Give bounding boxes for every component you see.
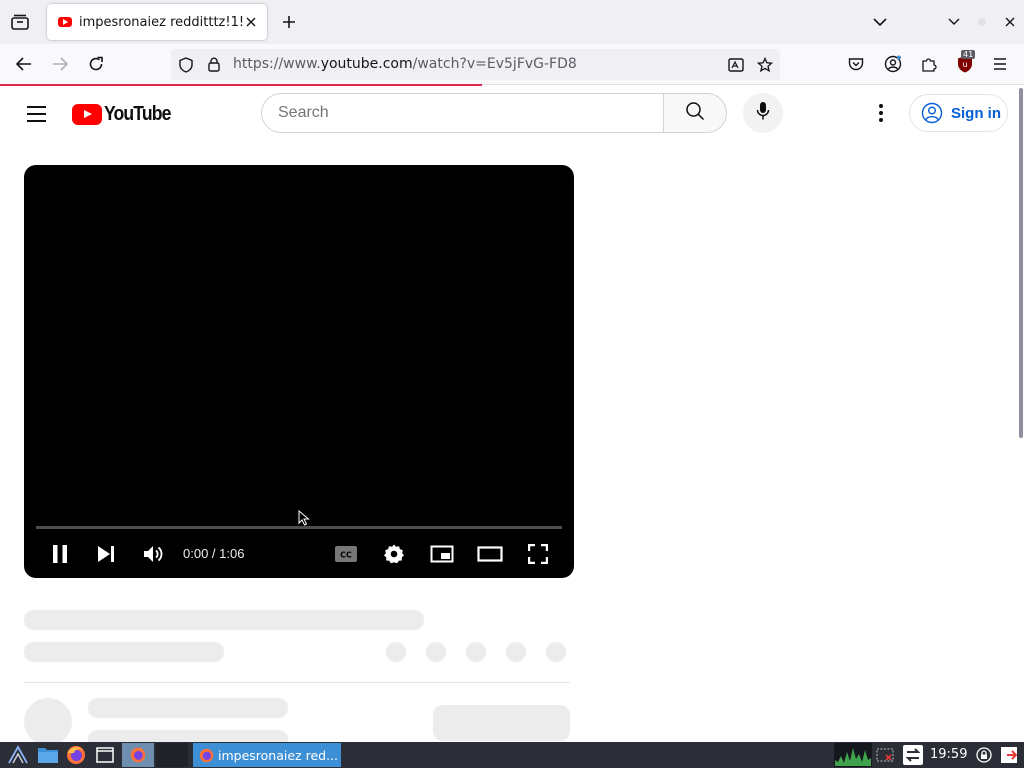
back-arrow-icon[interactable] (12, 52, 36, 76)
taskbar-window-label: impesronaiez red... (218, 747, 338, 763)
subtitle-skeleton (24, 642, 224, 662)
translate-icon[interactable] (726, 55, 746, 75)
lock-icon[interactable] (205, 55, 223, 73)
youtube-favicon (58, 17, 72, 27)
page-scrollbar-thumb[interactable] (1019, 88, 1023, 438)
user-circle-icon (921, 102, 943, 124)
account-icon[interactable] (882, 53, 904, 75)
pocket-icon[interactable] (845, 53, 867, 75)
youtube-logo[interactable]: YouTube (72, 103, 180, 125)
search-box (261, 93, 664, 133)
search-input[interactable] (278, 94, 658, 132)
volume-icon[interactable] (139, 541, 167, 567)
voice-search-button[interactable] (743, 93, 783, 133)
tab-list-icon[interactable] (8, 10, 32, 34)
workspace-1-icon[interactable] (122, 743, 154, 767)
minimize-icon[interactable] (944, 12, 964, 32)
desktop-taskbar: impesronaiez red... 19:59 (0, 742, 1024, 768)
section-divider (24, 682, 570, 683)
reload-icon[interactable] (84, 52, 108, 76)
close-icon[interactable] (243, 14, 259, 30)
channel-skeleton (88, 698, 288, 718)
plus-icon[interactable] (279, 12, 299, 32)
action-skeleton (506, 642, 526, 662)
settings-gear-icon[interactable] (380, 541, 408, 567)
sign-in-label: Sign in (951, 104, 1001, 122)
logout-icon[interactable] (997, 743, 1021, 767)
url-domain: youtube.com (320, 56, 413, 72)
action-skeleton (386, 642, 406, 662)
extension-badge: 41 (961, 50, 976, 59)
subtitles-icon[interactable]: CC (332, 541, 360, 567)
more-vert-icon[interactable] (866, 98, 896, 128)
url-path: /watch?v=Ev5jFvG-FD8 (412, 56, 577, 72)
screen: impesronaiez redditttz!1!1 https://www.y… (0, 0, 1024, 768)
star-icon[interactable] (755, 55, 775, 75)
terminal-icon[interactable] (93, 743, 117, 767)
maximize-icon[interactable] (972, 12, 992, 32)
miniplayer-icon[interactable] (427, 541, 457, 567)
url-prefix: https://www. (233, 56, 321, 72)
search-icon (685, 101, 705, 125)
action-skeleton (466, 642, 486, 662)
network-icon[interactable] (874, 743, 896, 767)
app-menu-launcher-icon[interactable] (5, 743, 31, 767)
taskbar-clock: 19:59 (930, 747, 968, 762)
next-icon[interactable] (92, 541, 120, 567)
microphone-icon (756, 101, 770, 125)
file-manager-icon[interactable] (35, 743, 61, 767)
hamburger-menu-icon[interactable] (20, 98, 52, 130)
window-close-icon[interactable] (1000, 12, 1020, 32)
forward-arrow-icon[interactable] (48, 52, 72, 76)
app-menu-icon[interactable] (989, 53, 1011, 75)
subscribe-skeleton (433, 705, 570, 741)
theater-mode-icon[interactable] (475, 541, 505, 567)
search-button[interactable] (663, 93, 727, 133)
action-skeleton (426, 642, 446, 662)
fullscreen-icon[interactable] (523, 541, 553, 567)
youtube-logo-text: YouTube (104, 102, 171, 125)
video-time-display: 0:00 / 1:06 (183, 546, 245, 561)
youtube-play-logo-icon (72, 103, 102, 125)
shield-icon[interactable] (177, 56, 195, 74)
firefox-icon (199, 748, 214, 763)
tab-title: impesronaiez redditttz!1!1 (79, 14, 243, 30)
url-text[interactable]: https://www.youtube.com/watch?v=Ev5jFvG-… (233, 56, 577, 72)
browser-nav-bar: https://www.youtube.com/watch?v=Ev5jFvG-… (0, 44, 1024, 85)
youtube-masthead: YouTube Sign in (0, 86, 1016, 142)
cpu-graph-icon (834, 743, 872, 767)
svg-text:u: u (962, 60, 967, 69)
avatar-skeleton (24, 698, 72, 746)
url-bar[interactable]: https://www.youtube.com/watch?v=Ev5jFvG-… (171, 49, 780, 80)
browser-tab-active[interactable]: impesronaiez redditttz!1!1 (47, 4, 267, 40)
title-skeleton (24, 610, 424, 630)
chevron-down-icon[interactable] (870, 12, 890, 32)
extensions-icon[interactable] (918, 53, 940, 75)
firefox-icon[interactable] (63, 743, 89, 767)
mouse-cursor-icon (298, 509, 310, 530)
lock-screen-icon[interactable] (973, 743, 995, 767)
workspace-2-icon[interactable] (156, 743, 188, 767)
taskbar-window-firefox[interactable]: impesronaiez red... (193, 743, 341, 767)
svg-text:CC: CC (340, 551, 352, 560)
pause-icon[interactable] (46, 541, 74, 567)
workspace-switcher-icon[interactable] (900, 743, 926, 767)
sign-in-button[interactable]: Sign in (909, 94, 1008, 132)
ublock-icon[interactable]: u 41 (954, 50, 976, 75)
action-skeleton (546, 642, 566, 662)
browser-tab-bar: impesronaiez redditttz!1!1 (0, 0, 1024, 44)
